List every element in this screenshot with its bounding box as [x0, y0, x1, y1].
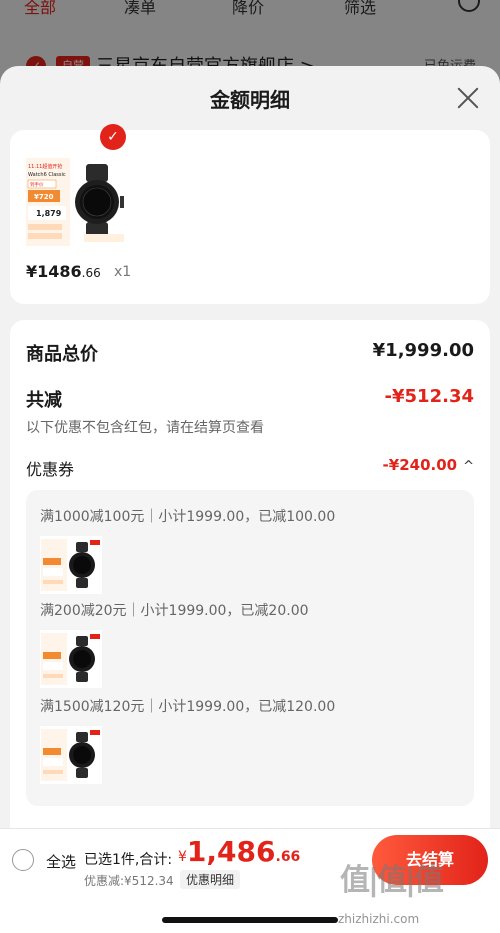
product-image-text-2: Watch6 Classic	[28, 172, 66, 178]
product-image-text-3: 到手价	[30, 181, 44, 188]
total-integer: 1,486	[186, 835, 276, 868]
total-price-value: ¥1,999.00	[372, 340, 474, 361]
currency-symbol: ¥	[178, 849, 187, 865]
checkout-total: ¥1,486.66	[178, 835, 300, 868]
total-reduce-value: -¥512.34	[384, 386, 474, 407]
product-image-text-4: ¥720	[34, 193, 54, 201]
product-image-text-5: 1,879	[36, 209, 62, 218]
select-all-label[interactable]: 全选	[46, 851, 76, 872]
product-price-decimal: .66	[81, 266, 101, 280]
coupon-label[interactable]: 优惠券	[26, 456, 74, 480]
discount-note: 以下优惠不包含红包，请在结算页查看	[26, 420, 264, 436]
watermark-logo: 值|值|值	[340, 863, 444, 898]
coupon-value[interactable]: -¥240.00 ^	[383, 456, 474, 474]
chevron-up-icon[interactable]: ^	[463, 459, 474, 474]
discount-amount-text: 优惠减:¥512.34	[84, 874, 174, 888]
watermark-url: zhizhizhi.com	[338, 912, 420, 926]
selected-count-text: 已选1件,合计:	[84, 852, 173, 868]
close-icon[interactable]	[454, 84, 482, 112]
product-price: ¥1486.66	[26, 262, 101, 281]
coupon-item-3-image	[40, 726, 102, 784]
coupon-list: 满1000减100元｜小计1999.00，已减100.00 满200减20元｜小…	[26, 490, 474, 806]
total-price-label: 商品总价	[26, 344, 98, 365]
coupon-item-2-text: 满200减20元｜小计1999.00，已减20.00	[40, 603, 309, 619]
total-decimal: .66	[275, 849, 301, 865]
coupon-item-1-text: 满1000减100元｜小计1999.00，已减100.00	[40, 509, 336, 525]
product-price-main: ¥1486	[26, 262, 82, 281]
total-reduce-label: 共减	[26, 390, 62, 411]
amount-detail-sheet: 金额明细 11.11超值开抢 Watch6 Classic 到手价 ¥720 1…	[0, 66, 500, 933]
select-all-radio[interactable]	[12, 849, 34, 871]
product-card: 11.11超值开抢 Watch6 Classic 到手价 ¥720 1,879 …	[10, 124, 490, 304]
product-image[interactable]: 11.11超值开抢 Watch6 Classic 到手价 ¥720 1,879	[24, 154, 134, 250]
coupon-amount: -¥240.00	[382, 456, 458, 474]
discount-detail-button[interactable]: 优惠明细	[180, 870, 241, 889]
coupon-item-2-image	[40, 630, 102, 688]
sheet-header: 金额明细	[0, 66, 500, 130]
coupon-item-1-image	[40, 536, 102, 594]
coupon-item-3-text: 满1500减120元｜小计1999.00，已减120.00	[40, 699, 336, 715]
product-image-text-1: 11.11超值开抢	[28, 163, 62, 170]
selected-check-icon[interactable]: ✓	[100, 124, 126, 150]
home-indicator	[162, 917, 338, 923]
product-quantity: x1	[114, 264, 132, 280]
sheet-title: 金额明细	[210, 88, 290, 112]
